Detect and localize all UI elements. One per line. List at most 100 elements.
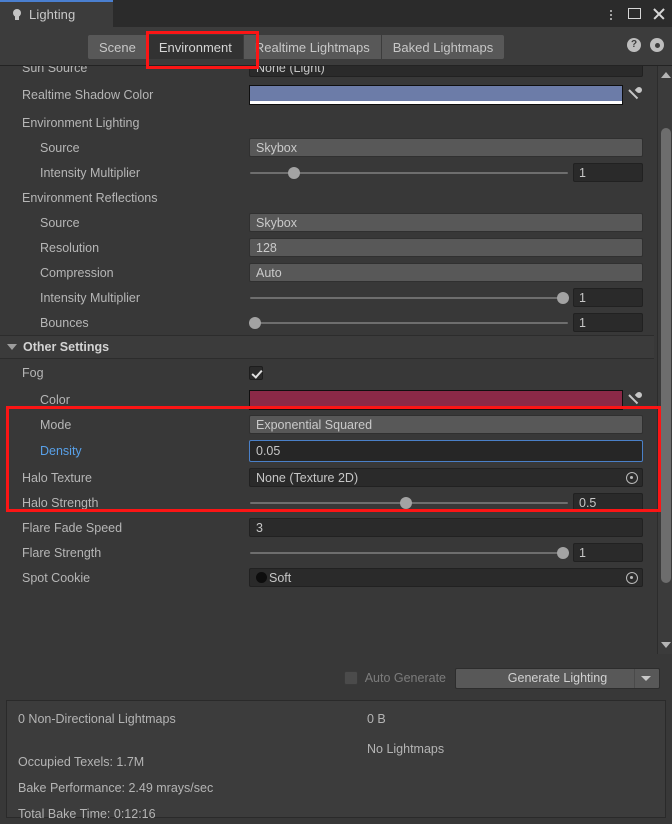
fog-color-swatch[interactable]: [249, 389, 623, 410]
window-title-bar: Lighting: [0, 0, 672, 27]
scroll-down-arrow-icon[interactable]: [661, 642, 671, 648]
stat-occupied-texels: Occupied Texels: 1.7M: [18, 755, 145, 769]
section-other-settings[interactable]: Other Settings: [0, 335, 654, 359]
settings-scroll-area: Sun Source None (Light) Realtime Shadow …: [0, 66, 672, 654]
row-flare-strength[interactable]: Flare Strength 1: [0, 540, 654, 565]
fog-mode-dropdown[interactable]: Exponential Squared: [249, 415, 643, 434]
flare-strength-value[interactable]: 1: [573, 543, 643, 562]
caret-down-icon[interactable]: [641, 675, 651, 681]
halo-strength-label: Halo Strength: [22, 495, 99, 510]
row-env-reflections-resolution[interactable]: Resolution 128: [0, 235, 654, 260]
vertical-scrollbar[interactable]: [657, 66, 672, 654]
row-env-reflections-bounces[interactable]: Bounces 1: [0, 310, 654, 335]
env-reflections-resolution-label: Resolution: [40, 240, 100, 255]
fog-density-label: Density: [40, 444, 82, 458]
env-lighting-intensity-value[interactable]: 1: [573, 163, 643, 182]
eyedropper-icon[interactable]: [626, 85, 644, 105]
window-tab-lighting[interactable]: Lighting: [0, 0, 113, 27]
fog-label: Fog: [22, 366, 44, 380]
stat-lightmaps-count: 0 Non-Directional Lightmaps: [18, 712, 176, 726]
kebab-menu-icon[interactable]: [605, 7, 617, 21]
auto-generate-label: Auto Generate: [364, 671, 446, 685]
env-reflections-compression-dropdown[interactable]: Auto: [249, 263, 643, 282]
env-reflections-bounces-slider[interactable]: [249, 313, 569, 332]
lightmap-stats-panel: 0 Non-Directional Lightmaps 0 B No Light…: [6, 700, 666, 821]
sun-source-field[interactable]: None (Light): [249, 66, 643, 77]
tab-scene[interactable]: Scene: [88, 35, 148, 59]
fog-checkbox[interactable]: [249, 366, 263, 380]
scroll-up-arrow-icon[interactable]: [661, 72, 671, 78]
row-fog-color[interactable]: Color: [0, 387, 654, 412]
tab-environment[interactable]: Environment: [147, 35, 244, 59]
lighting-mode-tabs: Scene Environment Realtime Lightmaps Bak…: [88, 35, 505, 59]
flare-strength-slider[interactable]: [249, 543, 569, 562]
env-lighting-intensity-slider[interactable]: [249, 163, 569, 182]
button-divider: [634, 668, 635, 688]
env-reflections-resolution-dropdown[interactable]: 128: [249, 238, 643, 257]
sun-source-label: Sun Source: [22, 66, 88, 75]
window-title: Lighting: [29, 7, 76, 22]
row-halo-texture[interactable]: Halo Texture None (Texture 2D): [0, 465, 654, 490]
stat-bake-performance: Bake Performance: 2.49 mrays/sec: [18, 781, 214, 795]
flare-fade-speed-label: Flare Fade Speed: [22, 520, 123, 535]
row-sun-source[interactable]: Sun Source None (Light): [0, 66, 654, 80]
row-fog-mode[interactable]: Mode Exponential Squared: [0, 412, 654, 437]
env-reflections-source-dropdown[interactable]: Skybox: [249, 213, 643, 232]
env-lighting-source-dropdown[interactable]: Skybox: [249, 138, 643, 157]
group-environment-reflections: Environment Reflections: [0, 185, 654, 210]
generate-lighting-button[interactable]: Generate Lighting: [455, 667, 660, 689]
group-environment-lighting: Environment Lighting: [0, 110, 654, 135]
row-fog-density[interactable]: Density 0.05: [0, 437, 654, 465]
generate-lighting-label: Generate Lighting: [507, 671, 608, 685]
spot-cookie-label: Spot Cookie: [22, 570, 91, 585]
row-env-lighting-source[interactable]: Source Skybox: [0, 135, 654, 160]
env-reflections-intensity-label: Intensity Multiplier: [40, 290, 141, 305]
row-env-reflections-intensity[interactable]: Intensity Multiplier 1: [0, 285, 654, 310]
auto-generate-group[interactable]: Auto Generate: [343, 671, 446, 685]
lighting-toolbar: Scene Environment Realtime Lightmaps Bak…: [0, 27, 672, 66]
toolbar-utility-icons: ?: [627, 38, 664, 52]
other-settings-header: Other Settings: [23, 340, 110, 354]
halo-texture-label: Halo Texture: [22, 470, 92, 485]
env-reflections-intensity-value[interactable]: 1: [573, 288, 643, 307]
halo-strength-value[interactable]: 0.5: [573, 493, 643, 512]
row-spot-cookie[interactable]: Spot Cookie Soft: [0, 565, 654, 590]
fog-mode-label: Mode: [40, 417, 72, 432]
environment-reflections-header: Environment Reflections: [22, 190, 158, 205]
scrollbar-thumb[interactable]: [661, 128, 671, 583]
row-env-reflections-compression[interactable]: Compression Auto: [0, 260, 654, 285]
halo-strength-slider[interactable]: [249, 493, 569, 512]
auto-generate-checkbox[interactable]: [343, 671, 358, 685]
row-fog[interactable]: Fog: [0, 359, 654, 387]
object-picker-icon[interactable]: [626, 572, 638, 584]
tab-baked-lightmaps[interactable]: Baked Lightmaps: [381, 35, 505, 59]
row-realtime-shadow-color[interactable]: Realtime Shadow Color: [0, 80, 654, 110]
environment-lighting-header: Environment Lighting: [22, 115, 140, 130]
row-env-lighting-intensity[interactable]: Intensity Multiplier 1: [0, 160, 654, 185]
generate-bar: Auto Generate Generate Lighting: [0, 656, 672, 700]
halo-texture-field[interactable]: None (Texture 2D): [249, 468, 643, 487]
fog-density-input[interactable]: 0.05: [249, 440, 643, 462]
env-reflections-bounces-label: Bounces: [40, 315, 89, 330]
row-env-reflections-source[interactable]: Source Skybox: [0, 210, 654, 235]
close-icon[interactable]: [652, 7, 666, 21]
lightbulb-icon: [10, 8, 24, 22]
spot-cookie-field[interactable]: Soft: [249, 568, 643, 587]
realtime-shadow-color-swatch[interactable]: [249, 85, 623, 105]
row-flare-fade-speed[interactable]: Flare Fade Speed 3: [0, 515, 654, 540]
window-controls: [605, 0, 666, 27]
env-reflections-bounces-value[interactable]: 1: [573, 313, 643, 332]
help-icon[interactable]: ?: [627, 38, 641, 52]
triangle-down-icon: [7, 344, 17, 350]
object-picker-icon[interactable]: [626, 472, 638, 484]
tab-realtime-lightmaps[interactable]: Realtime Lightmaps: [243, 35, 382, 59]
maximize-icon[interactable]: [628, 8, 641, 19]
env-reflections-intensity-slider[interactable]: [249, 288, 569, 307]
row-halo-strength[interactable]: Halo Strength 0.5: [0, 490, 654, 515]
eyedropper-icon[interactable]: [626, 390, 644, 410]
flare-fade-speed-input[interactable]: 3: [249, 518, 643, 537]
spot-cookie-value: Soft: [269, 570, 292, 585]
gear-icon[interactable]: [650, 38, 664, 52]
texture-preview-swatch: [256, 572, 267, 583]
halo-texture-value: None (Texture 2D): [256, 470, 359, 485]
